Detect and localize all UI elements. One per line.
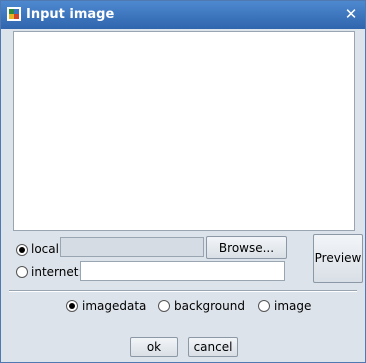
image-preview-area xyxy=(13,31,355,231)
cancel-button[interactable]: cancel xyxy=(188,337,238,357)
local-label: local: xyxy=(31,242,64,256)
preview-button[interactable]: Preview xyxy=(313,234,363,283)
browse-button[interactable]: Browse... xyxy=(206,236,287,259)
separator xyxy=(9,290,357,292)
local-path-field[interactable] xyxy=(60,237,204,257)
background-radio[interactable] xyxy=(158,300,170,312)
close-icon[interactable]: ✕ xyxy=(343,6,359,22)
ok-button[interactable]: ok xyxy=(130,337,178,357)
internet-radio[interactable] xyxy=(16,266,28,278)
input-image-dialog: Input image ✕ local: Browse... internet:… xyxy=(0,0,366,363)
local-radio[interactable] xyxy=(16,244,28,256)
imagedata-label: imagedata xyxy=(82,299,147,313)
internet-url-field[interactable] xyxy=(80,261,285,281)
internet-label: internet: xyxy=(31,265,83,279)
background-label: background xyxy=(174,299,245,313)
title-bar[interactable]: Input image ✕ xyxy=(1,1,365,29)
dialog-title: Input image xyxy=(26,7,115,22)
image-label: image xyxy=(274,299,312,313)
app-icon xyxy=(7,7,21,21)
image-radio[interactable] xyxy=(258,300,270,312)
imagedata-radio[interactable] xyxy=(66,300,78,312)
